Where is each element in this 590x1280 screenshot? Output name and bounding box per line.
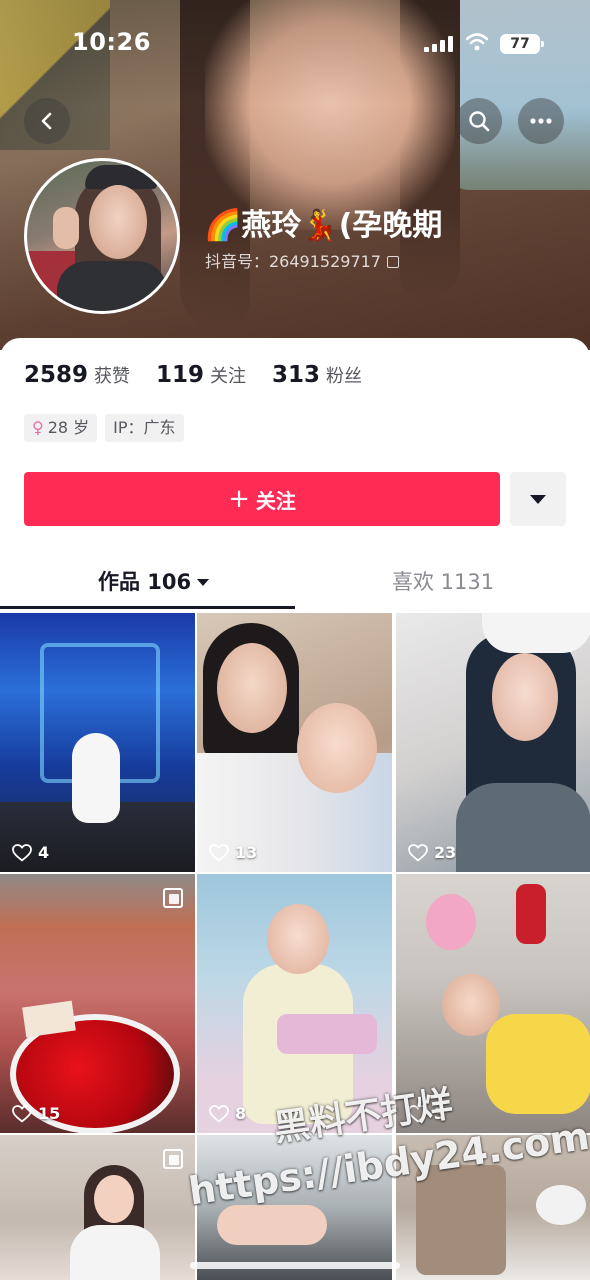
more-horizontal-icon: [530, 118, 552, 124]
more-options-button[interactable]: [518, 98, 564, 144]
cellular-signal-icon: [424, 36, 454, 52]
like-count: 4: [12, 843, 49, 862]
stat-likes-label: 获赞: [94, 366, 131, 387]
stat-likes-value: 2589: [24, 362, 89, 388]
multi-image-icon: [163, 1149, 183, 1169]
like-count: 15: [12, 1104, 60, 1123]
follow-button[interactable]: + 关注: [24, 472, 500, 526]
heart-icon: [12, 1104, 32, 1122]
chevron-left-icon: [41, 112, 52, 130]
video-thumbnail[interactable]: 13: [197, 613, 392, 872]
profile-stats: 2589 获赞 119 关注 313 粉丝: [24, 362, 362, 392]
stat-following-value: 119: [156, 362, 205, 388]
video-thumbnail[interactable]: 8: [197, 874, 392, 1133]
plus-icon: +: [228, 484, 250, 514]
back-button[interactable]: [24, 98, 70, 144]
like-count: 8: [209, 1104, 246, 1123]
stat-likes[interactable]: 2589 获赞: [24, 362, 130, 388]
like-count: 3: [408, 1104, 445, 1123]
heart-icon: [12, 843, 32, 861]
heart-icon: [209, 843, 229, 861]
tab-works[interactable]: 作品 106: [98, 566, 210, 596]
image-post-thumbnail[interactable]: 15: [0, 874, 195, 1133]
caret-down-icon: [197, 579, 210, 586]
age-tag: ♀ 28 岁: [24, 414, 98, 442]
stat-followers[interactable]: 313 粉丝: [272, 362, 362, 388]
works-grid: 4 13 23 15 8 3: [0, 613, 590, 1280]
image-post-thumbnail[interactable]: [0, 1135, 195, 1280]
profile-nickname: 🌈燕玲💃(孕晚期: [204, 208, 443, 243]
heart-icon: [408, 843, 428, 861]
search-icon: [469, 111, 490, 132]
douyin-id-text: 抖音号：26491529717: [205, 252, 381, 271]
video-thumbnail[interactable]: 23: [396, 613, 590, 872]
like-count-value: 8: [235, 1104, 247, 1123]
stat-followers-label: 粉丝: [326, 366, 363, 387]
tab-active-indicator: [0, 606, 295, 609]
douyin-id[interactable]: 抖音号：26491529717: [205, 248, 399, 272]
multi-image-icon: [163, 888, 183, 908]
stat-followers-value: 313: [272, 362, 321, 388]
profile-tags: ♀ 28 岁 IP：广东: [24, 414, 184, 442]
recommend-dropdown-button[interactable]: [510, 472, 566, 526]
like-count-value: 4: [38, 843, 50, 862]
profile-tabs: 作品 106 喜欢 1131: [0, 556, 590, 612]
ip-location-tag: IP：广东: [105, 414, 184, 442]
tab-works-label: 作品 106: [98, 570, 192, 594]
video-thumbnail[interactable]: 4: [0, 613, 195, 872]
video-thumbnail[interactable]: [396, 1135, 590, 1280]
like-count-value: 15: [38, 1104, 61, 1123]
status-time: 10:26: [72, 28, 151, 56]
tab-likes[interactable]: 喜欢 1131: [392, 566, 494, 596]
copy-icon[interactable]: [386, 256, 399, 268]
like-count: 23: [408, 843, 456, 862]
status-bar: 10:26 77: [0, 28, 590, 62]
home-indicator: [190, 1262, 400, 1269]
follow-button-label: 关注: [255, 488, 296, 513]
like-count-value: 3: [434, 1104, 446, 1123]
search-button[interactable]: [456, 98, 502, 144]
stat-following-label: 关注: [210, 366, 247, 387]
like-count-value: 23: [434, 843, 457, 862]
battery-icon: 77: [500, 34, 544, 54]
wifi-icon: [466, 33, 488, 51]
profile-avatar[interactable]: [24, 158, 180, 314]
age-tag-text: 28 岁: [47, 418, 90, 437]
video-thumbnail[interactable]: [197, 1135, 392, 1280]
video-thumbnail[interactable]: 3: [396, 874, 590, 1133]
like-count-value: 13: [235, 843, 258, 862]
heart-icon: [408, 1104, 428, 1122]
heart-icon: [209, 1104, 229, 1122]
female-icon: ♀: [32, 418, 44, 437]
caret-down-icon: [530, 494, 546, 504]
like-count: 13: [209, 843, 257, 862]
stat-following[interactable]: 119 关注: [156, 362, 246, 388]
